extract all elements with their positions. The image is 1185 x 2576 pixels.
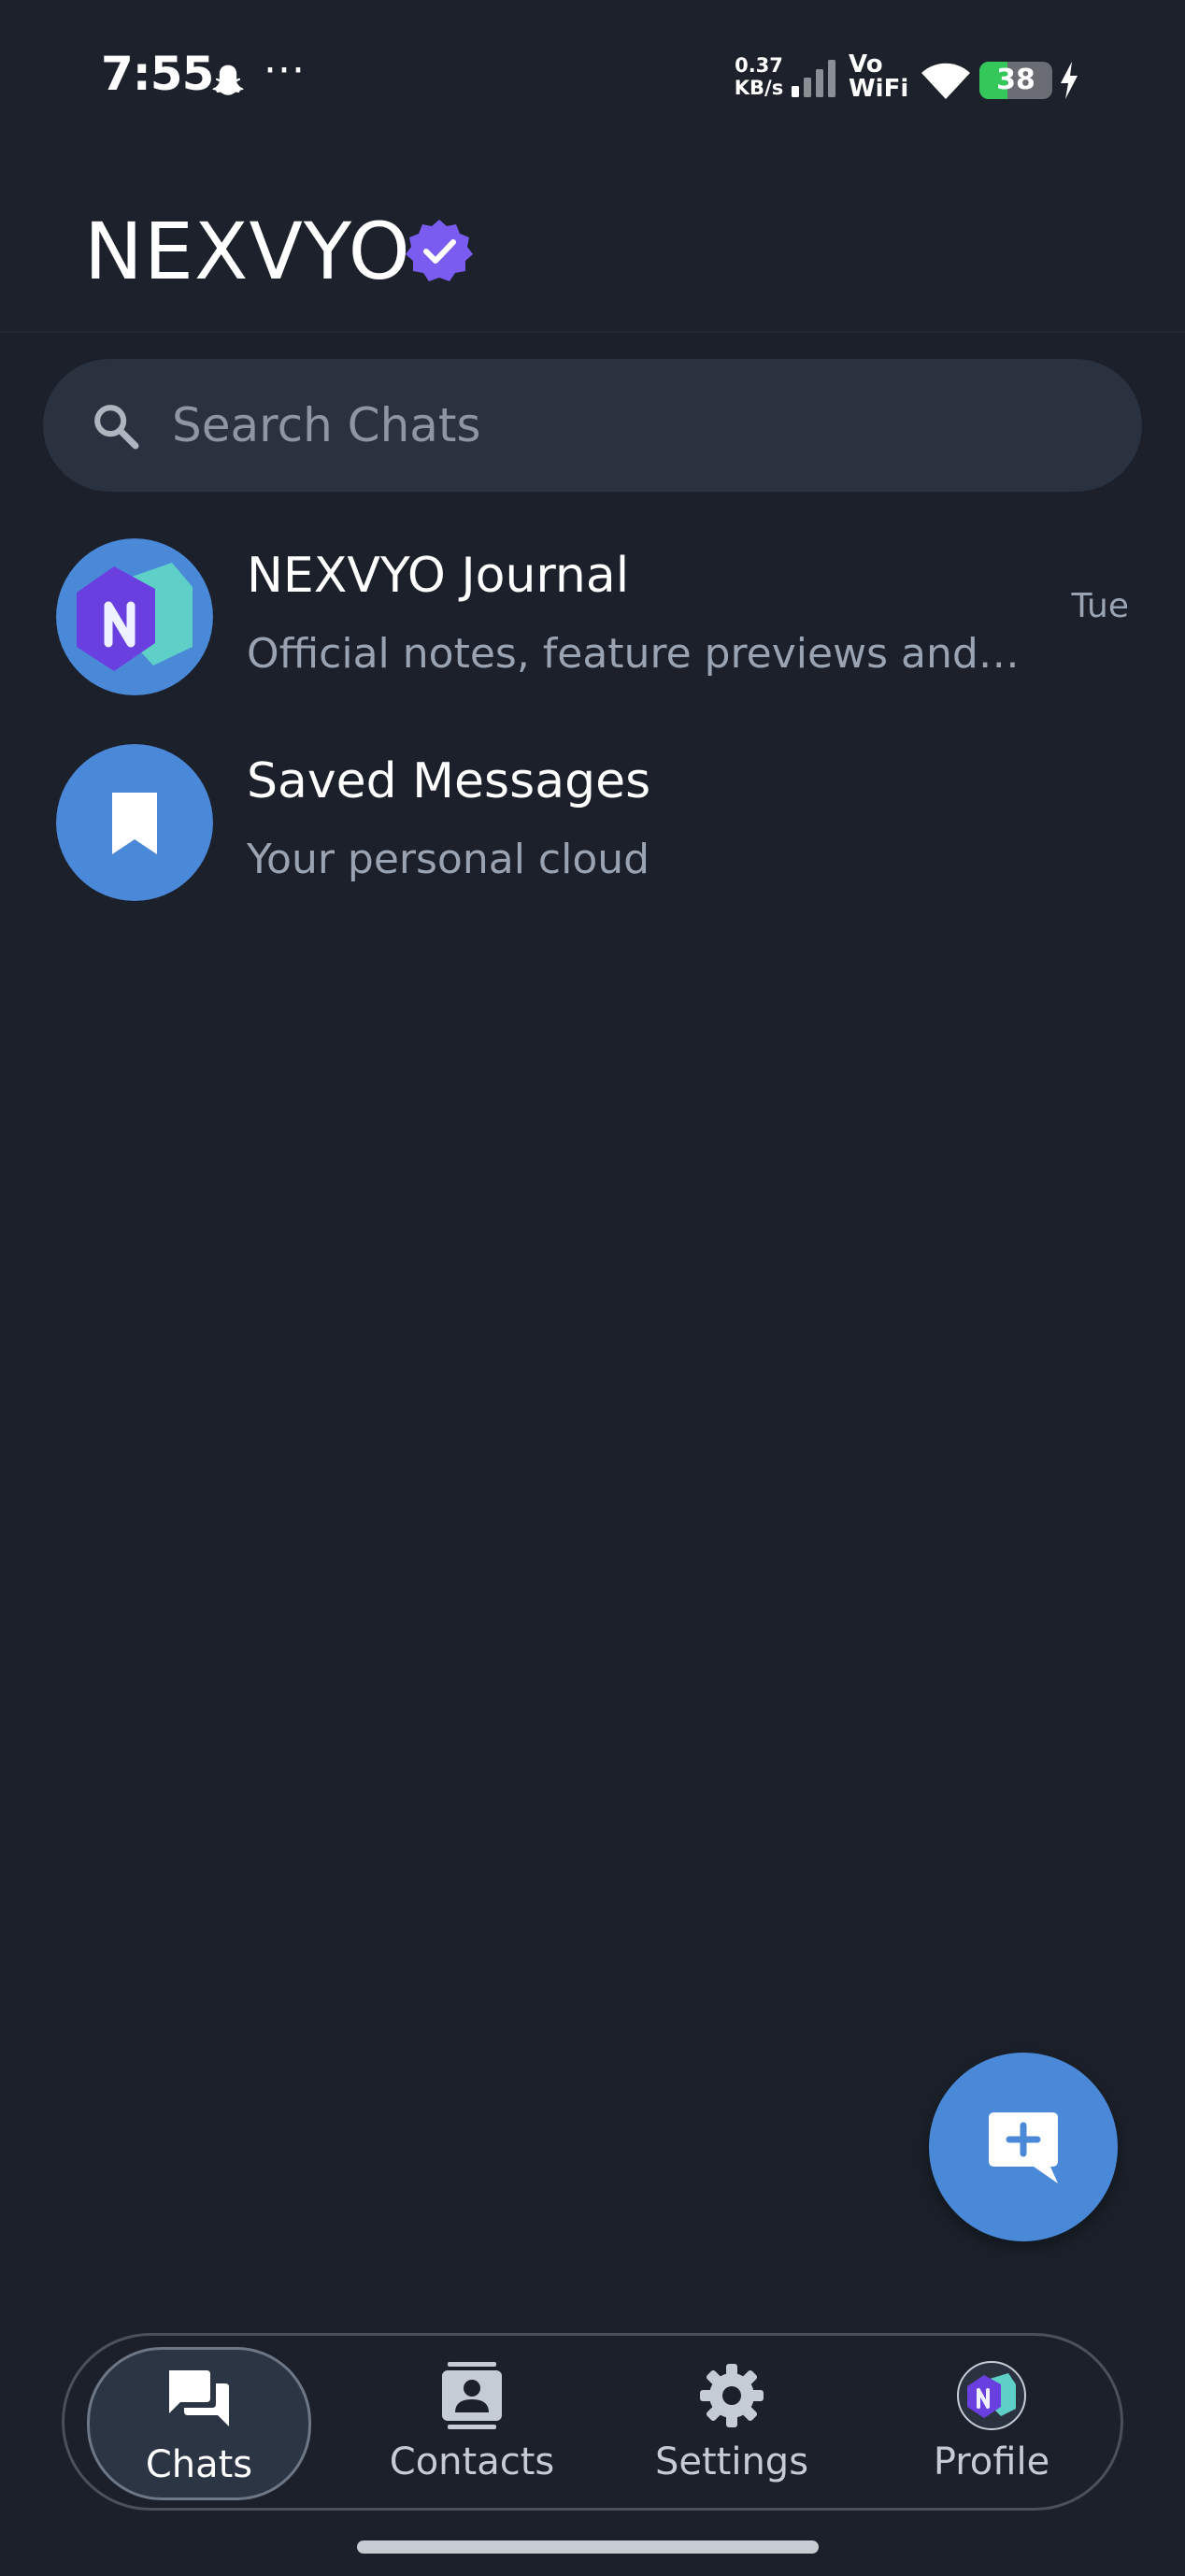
status-bar: 7:55 ··· 0.37 KB/s Vo WiFi 38 (0, 0, 1185, 159)
contacts-icon (442, 2362, 502, 2429)
chat-item-saved-messages[interactable]: Saved Messages Your personal cloud (0, 725, 1185, 922)
search-input[interactable] (172, 359, 1088, 492)
nav-label: Chats (145, 2443, 253, 2486)
search-icon (94, 405, 139, 450)
chat-preview: Your personal cloud (247, 836, 650, 883)
network-speed-value: 0.37 (735, 54, 783, 77)
nav-label: Settings (654, 2440, 809, 2483)
verified-badge-icon (406, 220, 473, 281)
charging-bolt-icon (1061, 62, 1078, 99)
chat-name: NEXVYO Journal (247, 548, 630, 604)
nav-item-profile[interactable]: Profile (879, 2336, 1104, 2508)
app-title: NEXVYO (84, 206, 411, 297)
vowifi-top: Vo (849, 50, 883, 79)
chat-time: Tue (1071, 587, 1130, 625)
vowifi-bottom: WiFi (849, 75, 909, 103)
nav-item-contacts[interactable]: Contacts (360, 2336, 584, 2508)
nav-item-chats[interactable]: Chats (87, 2347, 311, 2500)
nav-label: Contacts (389, 2440, 555, 2483)
app-screen: 7:55 ··· 0.37 KB/s Vo WiFi 38 NEXVYO Sea… (0, 0, 1185, 2576)
new-chat-icon (989, 2112, 1058, 2183)
chats-icon (169, 2370, 229, 2426)
nav-item-settings[interactable]: Settings (620, 2336, 844, 2508)
network-speed-unit: KB/s (734, 77, 784, 99)
more-notifications-icon: ··· (264, 47, 306, 94)
wifi-icon (921, 63, 970, 99)
nav-label: Profile (933, 2440, 1050, 2483)
chat-avatar (56, 538, 213, 695)
chat-avatar (56, 744, 213, 901)
cellular-signal-icon (792, 60, 835, 97)
new-chat-button[interactable] (929, 2053, 1118, 2241)
battery-indicator: 38 (979, 62, 1052, 99)
nexvyo-logo-icon (56, 538, 213, 695)
search-bar[interactable] (43, 359, 1142, 492)
profile-avatar-icon (957, 2361, 1026, 2430)
bottom-navigation: Chats Contacts Settings Profile (62, 2333, 1123, 2511)
chat-name: Saved Messages (247, 753, 651, 809)
app-header: NEXVYO (0, 159, 1185, 333)
battery-level: 38 (996, 64, 1035, 96)
chat-item-nexvyo-journal[interactable]: NEXVYO Journal Official notes, feature p… (0, 520, 1185, 716)
gear-icon (700, 2364, 764, 2427)
chat-preview: Official notes, feature previews and pro… (247, 630, 1032, 678)
vowifi-indicator: Vo WiFi (849, 52, 910, 101)
snapchat-notification-icon (212, 64, 244, 95)
bookmark-icon (56, 744, 213, 901)
status-time: 7:55 (101, 47, 214, 101)
home-indicator[interactable] (357, 2540, 819, 2554)
network-speed: 0.37 KB/s (731, 54, 787, 99)
